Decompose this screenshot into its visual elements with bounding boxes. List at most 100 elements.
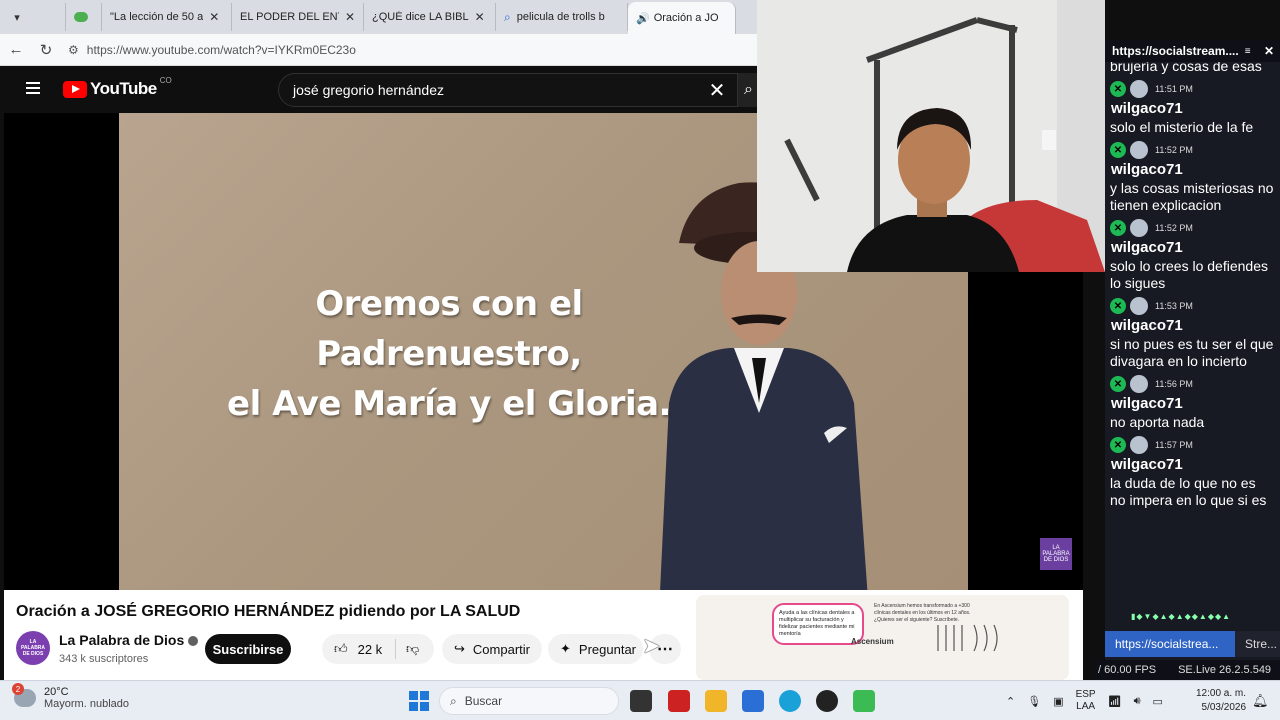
channel-name-row[interactable]: La Palabra de Dios: [59, 632, 199, 648]
chat-username: wilgaco71: [1111, 239, 1183, 256]
like-button[interactable]: 👍︎ 22 k: [322, 639, 396, 659]
avatar: [1130, 141, 1148, 159]
subscribe-button[interactable]: Suscribirse: [205, 634, 291, 664]
chat-message-text: solo el misterio de la fe: [1110, 119, 1254, 135]
channel-watermark[interactable]: LA PALABRA DE DIOS: [1040, 538, 1072, 570]
avatar: [1130, 297, 1148, 315]
reload-icon[interactable]: ↻: [38, 41, 54, 59]
notification-badge: 2: [12, 683, 24, 695]
url-field[interactable]: ⚙ https://www.youtube.com/watch?v=IYKRm0…: [68, 37, 760, 63]
close-icon[interactable]: ✕: [1264, 44, 1280, 58]
avatar: [1130, 219, 1148, 237]
live-chat-overlay: brujería y cosas de esas ✕ 11:51 PM wilga…: [1105, 40, 1280, 680]
task-view-icon[interactable]: [630, 690, 652, 712]
platform-x-icon: ✕: [1110, 81, 1126, 97]
url-text: https://www.youtube.com/watch?v=IYKRm0EC…: [86, 42, 356, 57]
time: 12:00 a. m.: [1196, 688, 1247, 699]
edge-browser-icon[interactable]: [779, 690, 801, 712]
tab-biblia[interactable]: ¿QUÉ dice LA BIBL ✕: [4, 3, 496, 77]
tab-oracion[interactable]: 🔊 Oración a JO: [4, 2, 736, 77]
share-button[interactable]: ↪ Compartir: [442, 634, 542, 664]
ask-button[interactable]: ✦ Preguntar: [548, 634, 643, 664]
fps-readout: / 60.00 FPS: [1098, 664, 1157, 676]
obs-icon[interactable]: [816, 690, 838, 712]
store-icon[interactable]: [742, 690, 764, 712]
taskbar-search-label: Buscar: [464, 694, 503, 708]
weather-widget[interactable]: 2 20°C Mayorm. nublado: [12, 683, 129, 710]
dislike-button[interactable]: 👎︎: [396, 641, 419, 657]
youtube-logo[interactable]: YouTube CO: [63, 76, 172, 99]
clock[interactable]: 12:00 a. m. 5/03/2026: [1196, 687, 1246, 715]
chat-message-text: y las cosas misteriosas no tienen explic…: [1110, 180, 1274, 213]
app-version: SE.Live 26.2.5.549: [1178, 664, 1272, 676]
thumbs-down-icon: 👎︎: [406, 641, 420, 656]
chat-messages: brujería y cosas de esas ✕ 11:51 PM wilga…: [1105, 58, 1280, 608]
chat-username: wilgaco71: [1111, 161, 1183, 178]
tab-green[interactable]: [66, 3, 102, 31]
file-explorer-icon[interactable]: [705, 690, 727, 712]
cloud-icon: 2: [12, 683, 36, 707]
taskbar-search[interactable]: ⌕ Buscar: [439, 687, 619, 715]
stream-app-icon[interactable]: [853, 690, 875, 712]
chat-message-text: si no pues es tu ser el que divagara en …: [1110, 336, 1274, 369]
tab-camera[interactable]: [30, 0, 771, 31]
close-icon[interactable]: ✕: [345, 10, 355, 24]
chat-username: wilgaco71: [1111, 100, 1183, 117]
chat-footer-url[interactable]: https://socialstrea...: [1105, 631, 1235, 657]
date: 5/03/2026: [1201, 702, 1247, 713]
tab-trolls[interactable]: ⌕ pelicula de trolls b: [496, 3, 628, 31]
tab-label: Oración a JO: [653, 12, 719, 24]
volume-icon[interactable]: 🔊︎: [1134, 695, 1141, 708]
avatar: [1130, 375, 1148, 393]
search-icon: ⌕: [504, 9, 511, 24]
avatar-text: LA PALABRA DE DIOS: [20, 639, 46, 657]
platform-x-icon: ✕: [1110, 376, 1126, 392]
start-button[interactable]: [409, 691, 429, 711]
chat-time: 11:51 PM: [1155, 84, 1193, 94]
device-icon[interactable]: ▣: [1053, 695, 1063, 708]
tab-poder[interactable]: EL PODER DEL ENT ✕: [4, 3, 364, 77]
mouse-cursor-icon: ➤: [642, 633, 661, 658]
tab-label: "La lección de 50 a: [110, 11, 204, 23]
search-input[interactable]: josé gregorio hernández ✕: [278, 73, 738, 107]
notification-bell-icon[interactable]: 🔔︎: [1252, 693, 1269, 709]
tab-list-dropdown-icon[interactable]: ▾: [4, 4, 30, 30]
platform-x-icon: ✕: [1110, 142, 1126, 158]
clear-search-icon[interactable]: ✕: [697, 78, 737, 103]
avatar: [1130, 436, 1148, 454]
chat-message-text: solo lo crees lo defiendes lo sigues: [1110, 258, 1268, 291]
chat-username: wilgaco71: [1111, 456, 1183, 473]
chat-menu-icon[interactable]: ≡: [1245, 46, 1251, 57]
search-query: josé gregorio hernández: [293, 82, 444, 98]
chat-message: ✕ 11:56 PM wilgaco71 no aporta nada: [1105, 374, 1280, 431]
chat-footer-second[interactable]: Stre...: [1235, 637, 1277, 651]
language-1: ESP: [1075, 689, 1096, 700]
site-info-icon[interactable]: ⚙: [68, 43, 79, 57]
sparkle-icon: ✦: [560, 641, 571, 656]
wifi-icon[interactable]: 📶︎: [1108, 695, 1122, 708]
caption-line-2: el Ave María y el Gloria.: [227, 384, 671, 424]
close-icon[interactable]: ✕: [209, 10, 219, 24]
tab-label: EL PODER DEL ENT: [240, 11, 339, 23]
chat-header: https://socialstream.... ≡ ✕: [1105, 40, 1280, 62]
chat-username: wilgaco71: [1111, 395, 1183, 412]
video-caption: Oremos con el Padrenuestro, el Ave María…: [179, 279, 719, 429]
chevron-up-icon[interactable]: ⌃: [1006, 695, 1015, 708]
tab-leccion[interactable]: "La lección de 50 a ✕: [4, 3, 232, 77]
chat-message: ✕ 11:52 PM wilgaco71 y las cosas misterio…: [1105, 140, 1280, 214]
close-icon[interactable]: ✕: [475, 10, 485, 24]
chat-time: 11:52 PM: [1155, 145, 1193, 155]
battery-icon[interactable]: ▭: [1153, 695, 1163, 708]
language-indicator[interactable]: ESP LAA: [1076, 689, 1096, 713]
channel-avatar[interactable]: LA PALABRA DE DIOS: [16, 631, 50, 665]
green-app-icon: [74, 12, 88, 22]
verified-icon: [188, 636, 199, 647]
back-icon[interactable]: ←: [8, 41, 24, 58]
avatar: [1130, 80, 1148, 98]
brave-browser-icon[interactable]: [668, 690, 690, 712]
speaker-icon[interactable]: 🔊: [636, 12, 650, 25]
video-info-panel: Oración a JOSÉ GREGORIO HERNÁNDEZ pidien…: [4, 590, 1083, 680]
menu-icon[interactable]: [26, 82, 40, 94]
microphone-icon[interactable]: 🎙︎: [1027, 695, 1041, 708]
ad-banner[interactable]: Ayuda a las clínicas dentales a multipli…: [696, 595, 1069, 680]
